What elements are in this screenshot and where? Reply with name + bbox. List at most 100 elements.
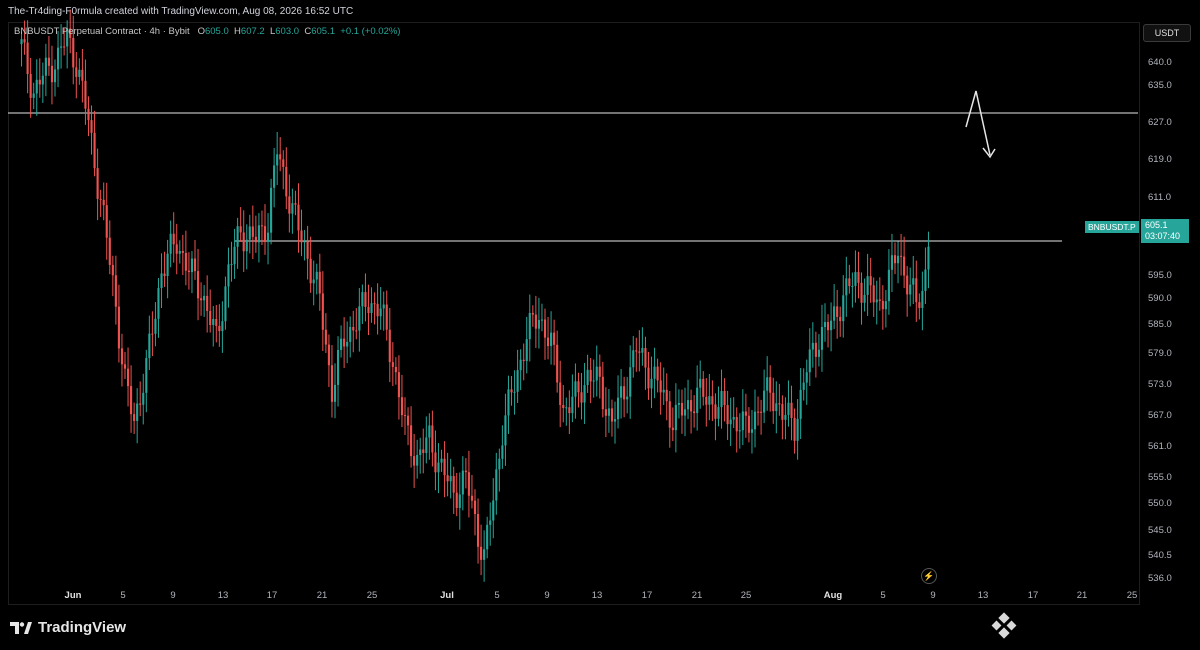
candle-body xyxy=(720,391,723,408)
candle-body xyxy=(793,417,796,441)
candle-body xyxy=(729,419,732,425)
candle-body xyxy=(711,396,714,405)
tradingview-logo[interactable]: TradingView xyxy=(10,619,126,636)
candle-body xyxy=(626,396,629,400)
lightning-icon[interactable]: ⚡ xyxy=(921,568,937,584)
candle-body xyxy=(114,275,117,307)
candle-body xyxy=(817,349,820,357)
candle-body xyxy=(595,366,598,381)
candle-body xyxy=(148,333,151,359)
candle-body xyxy=(854,272,857,286)
candle-body xyxy=(251,226,254,237)
candle-body xyxy=(550,332,553,347)
candle-body xyxy=(638,351,641,353)
candle-body xyxy=(540,319,544,321)
candle-body xyxy=(23,39,26,43)
candle-body xyxy=(215,318,218,326)
candle-body xyxy=(291,203,294,214)
candle-body xyxy=(117,306,120,349)
candle-body xyxy=(196,271,200,299)
candle-body xyxy=(565,407,568,409)
candle-body xyxy=(75,67,78,77)
candle-body xyxy=(924,269,927,291)
candle-body xyxy=(464,470,467,473)
candle-body xyxy=(175,244,178,254)
candle-body xyxy=(562,404,565,409)
candle-body xyxy=(616,397,620,420)
time-tick-label: 9 xyxy=(544,590,550,601)
candle-body xyxy=(330,365,334,402)
candle-body xyxy=(714,404,717,419)
candle-body xyxy=(763,390,766,413)
candle-body xyxy=(860,282,863,303)
price-tick-label: 640.0 xyxy=(1148,57,1172,68)
candle-body xyxy=(273,165,276,188)
candle-body xyxy=(857,272,860,283)
candle-body xyxy=(163,273,166,276)
candle-body xyxy=(434,452,437,473)
candle-body xyxy=(574,381,577,397)
candle-body xyxy=(492,500,495,521)
candle-body xyxy=(690,400,693,412)
watermark-logo xyxy=(990,612,1018,640)
price-tick-label: 555.0 xyxy=(1148,472,1172,483)
candle-body xyxy=(352,326,355,331)
candle-body xyxy=(406,415,410,426)
candle-body xyxy=(130,386,133,415)
candle-body xyxy=(586,369,589,386)
candle-body xyxy=(355,330,358,332)
last-price-value: 605.1 xyxy=(1145,220,1168,230)
candle-body xyxy=(470,495,474,501)
candle-body xyxy=(790,402,793,418)
candle-body xyxy=(830,320,833,331)
candle-body xyxy=(881,300,884,310)
legend-close-value: 605.1 xyxy=(311,26,335,37)
candle-body xyxy=(741,411,744,431)
time-tick-label: 21 xyxy=(316,590,328,601)
candle-body xyxy=(376,303,379,317)
candle-body xyxy=(391,362,394,367)
candle-body xyxy=(805,372,808,383)
candle-body xyxy=(139,403,142,405)
candle-body xyxy=(577,381,580,393)
legend-open-label: O xyxy=(197,26,205,37)
time-tick-label: 9 xyxy=(930,590,936,601)
candle-body xyxy=(842,295,845,322)
legend-symbol: BNBUSDT Perpetual Contract · 4h · Bybit xyxy=(14,26,190,37)
candle-body xyxy=(802,382,805,390)
candle-body xyxy=(108,237,111,265)
candle-body xyxy=(823,322,827,327)
candle-body xyxy=(93,132,96,169)
candle-body xyxy=(63,46,66,48)
candle-body xyxy=(358,306,361,331)
candle-body xyxy=(775,403,778,412)
candlestick-chart[interactable] xyxy=(0,0,1200,650)
legend-open-value: 605.0 xyxy=(204,26,229,37)
candle-body xyxy=(437,462,440,473)
candle-body xyxy=(580,392,583,403)
candle-body xyxy=(875,299,878,303)
candle-body xyxy=(324,329,327,345)
price-axis[interactable]: 640.0 635.0 627.0 619.0 611.0 595.0 590.0 585.0… xyxy=(1140,22,1200,605)
time-axis[interactable]: Jun 5 9 13 17 21 25 Jul 5 9 13 17 21 25 Aug 5 9 13 17 21 25 xyxy=(0,590,1140,608)
candle-body xyxy=(708,396,711,405)
candle-body xyxy=(781,404,784,420)
time-tick-label: 25 xyxy=(740,590,752,601)
candle-body xyxy=(820,326,824,350)
price-tick-label: 635.0 xyxy=(1148,80,1172,91)
candle-body xyxy=(184,252,187,271)
price-tick-label: 567.0 xyxy=(1148,410,1172,421)
candle-body xyxy=(653,366,656,379)
candle-body xyxy=(279,154,282,160)
arrow-annotation xyxy=(965,90,991,156)
time-tick-label: 5 xyxy=(880,590,886,601)
time-tick-label: Jul xyxy=(440,590,454,601)
legend-high-value: 607.2 xyxy=(240,26,265,37)
candle-body xyxy=(522,359,525,362)
candle-body xyxy=(677,402,680,405)
candle-body xyxy=(242,232,245,252)
candle-body xyxy=(796,418,799,441)
candle-body xyxy=(394,366,397,373)
price-tick-label: 536.0 xyxy=(1148,573,1172,584)
candle-body xyxy=(72,37,75,68)
